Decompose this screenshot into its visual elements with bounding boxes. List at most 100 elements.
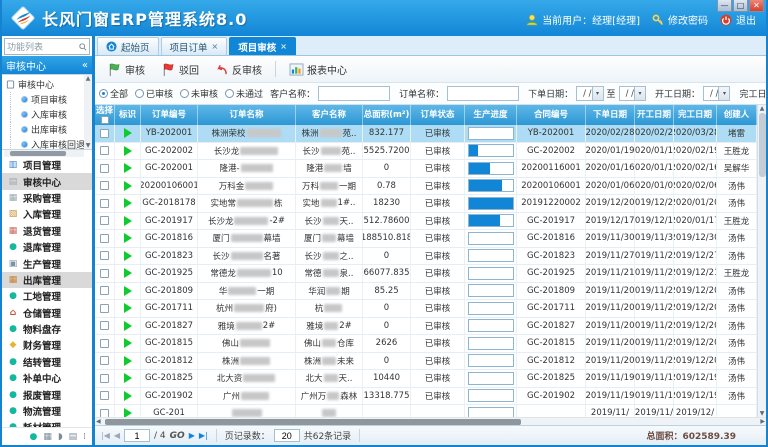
sidebar-module[interactable]: ▦退货管理 [2,223,92,239]
order-row[interactable]: GC-201816厦门幕墙厦门幕墙188510.818已审核GC-2018162… [95,230,757,248]
change-password-button[interactable]: 修改密码 [652,12,708,27]
scroll-left-icon[interactable]: ◀ [96,418,101,426]
column-header[interactable]: 下单日期 [586,105,635,125]
close-tab-icon[interactable]: × [212,42,219,51]
grid-vertical-scrollbar[interactable]: ▲ ▼ [757,105,766,417]
select-all-checkbox[interactable] [101,116,109,124]
radio-rejected[interactable]: 未通过 [225,87,263,100]
go-button[interactable]: GO [170,431,185,441]
tree-horizontal-scrollbar[interactable] [4,150,84,157]
tab-project-orders[interactable]: 项目订单 × [161,37,228,55]
logout-button[interactable]: 退出 [720,12,756,27]
sidebar-module[interactable]: ●耗材管理 [2,419,92,427]
minimize-button[interactable]: — [717,0,732,12]
order-row[interactable]: GC-201812株洲株洲未来0已审核GC-2018122019/11/2020… [95,353,757,371]
scroll-down-icon[interactable]: ▼ [86,142,91,149]
tab-home[interactable]: 起始页 [97,37,159,55]
order-name-input[interactable] [447,86,519,101]
page-icon[interactable]: ▤ [69,432,78,442]
tree-vertical-scrollbar[interactable]: ▲▼ [84,75,92,149]
order-row[interactable]: GC-201827雅境2#雅境2#0已审核GC-2018272019/11/20… [95,318,757,336]
row-checkbox[interactable] [100,269,109,278]
order-row[interactable]: GC-201917长沙龙-2#长沙天..8512.78600..已审核GC-20… [95,213,757,231]
row-checkbox[interactable] [100,304,109,313]
order-row[interactable]: GC-2018178实地常栋实地1#..18230已审核201912200022… [95,195,757,213]
column-header[interactable]: 合同编号 [517,105,586,125]
tree-root-audit-center[interactable]: 审核中心 [6,77,84,92]
sidebar-module[interactable]: ●报废管理 [2,386,92,402]
scrollbar-thumb[interactable] [759,113,766,177]
column-header[interactable]: 订单名称 [198,105,296,125]
cart-icon[interactable]: ▦ [43,432,52,442]
page-size-input[interactable] [274,429,300,442]
sidebar-module[interactable]: ◆财务管理 [2,337,92,353]
order-row[interactable]: GC-201925常德龙10常德泉..266077.835..已审核GC-201… [95,265,757,283]
order-row[interactable]: GC-201902广州广州万森林13318.775已审核GC-201902201… [95,388,757,406]
column-header[interactable]: 客户名称 [296,105,363,125]
last-page-button[interactable]: ▶| [199,431,208,440]
column-header[interactable]: 创建人 [717,105,757,125]
row-checkbox[interactable] [100,339,109,348]
order-row[interactable]: GC-201815佛山佛山仓库2626已审核GC-2018152019/11/2… [95,335,757,353]
row-checkbox[interactable] [100,129,109,138]
order-row[interactable]: GC-201823长沙名著长沙之..0已审核GC-2018232019/11/2… [95,248,757,266]
scroll-right-icon[interactable]: ▶ [760,418,765,426]
page-number-input[interactable] [124,429,150,442]
order-row[interactable]: YB-202001株洲荣校株洲苑..832.177已审核YB-202001202… [95,125,757,143]
close-tab-icon[interactable]: × [280,42,287,51]
radio-audited[interactable]: 已审核 [135,87,173,100]
row-checkbox[interactable] [100,409,109,417]
overflow-icon[interactable]: ⁞ [83,432,86,442]
sidebar-module[interactable]: ●补单中心 [2,370,92,386]
radio-all[interactable]: 全部 [99,87,128,100]
sidebar-module[interactable]: ▣生产管理 [2,255,92,271]
scroll-up-icon[interactable]: ▲ [760,105,765,112]
column-header[interactable]: 生产进度 [465,105,517,125]
sidebar-module[interactable]: ▥项目管理 [2,157,92,173]
order-date-to-input[interactable]: / /▾ [619,86,646,101]
sidebar-module[interactable]: ▦出库管理 [2,272,92,288]
maximize-button[interactable]: □ [733,0,748,12]
audit-button[interactable]: 审核 [101,60,151,79]
row-checkbox[interactable] [100,356,109,365]
column-header[interactable]: 订单状态 [411,105,465,125]
row-checkbox[interactable] [100,164,109,173]
scrollbar-thumb[interactable] [105,419,521,425]
tab-project-audit[interactable]: 项目审核 × [229,37,296,55]
function-search-input[interactable]: 功能列表 [4,38,90,55]
sidebar-module[interactable]: ▧入库管理 [2,206,92,222]
customer-name-input[interactable] [318,86,390,101]
sidebar-module[interactable]: ⌂仓储管理 [2,305,92,321]
sidebar-module[interactable]: ▤审核中心 [2,173,92,189]
unaudit-button[interactable]: 反审核 [209,60,268,79]
order-row[interactable]: GC-202001隆港-隆港墙0已审核202001160012020/01/16… [95,160,757,178]
sidebar-module[interactable]: ●工地管理 [2,288,92,304]
row-checkbox[interactable] [100,146,109,155]
column-header[interactable]: 订单编号 [141,105,198,125]
first-page-button[interactable]: |◀ [101,431,110,440]
collapse-icon[interactable]: « [82,60,88,71]
tree-item[interactable]: 出库审核 [10,122,84,137]
scroll-down-icon[interactable]: ▼ [760,410,765,417]
radio-unaudited[interactable]: 未审核 [180,87,218,100]
column-header[interactable]: 标识 [115,105,141,125]
row-checkbox[interactable] [100,216,109,225]
prev-page-button[interactable]: ◀ [114,431,120,440]
reject-button[interactable]: 驳回 [155,60,205,79]
column-header[interactable]: 开工日期 [635,105,674,125]
grid-horizontal-scrollbar[interactable]: ◀ ▶ [95,417,766,425]
order-row[interactable]: GC-201825北大资北大天..10440已审核GC-2018252019/1… [95,370,757,388]
row-checkbox[interactable] [100,234,109,243]
order-row[interactable]: 20200106001万科金万科一期0.78已审核202001060012020… [95,178,757,196]
tree-item[interactable]: 入库审核 [10,107,84,122]
sidebar-module[interactable]: ●物料盘存 [2,321,92,337]
order-row[interactable]: GC-201809华一期华润期85.25已审核GC-2018092019/11/… [95,283,757,301]
row-checkbox[interactable] [100,181,109,190]
dropdown-icon[interactable]: ▾ [718,87,729,100]
order-row[interactable]: GC-201711杭州府)杭0已审核GC-2017112019/11/20201… [95,300,757,318]
dropdown-icon[interactable]: ▾ [634,87,645,100]
sidebar-module[interactable]: ▦采购管理 [2,190,92,206]
row-checkbox[interactable] [100,374,109,383]
column-header[interactable]: 总面积(m²) [363,105,411,125]
report-center-button[interactable]: 报表中心 [283,60,353,79]
